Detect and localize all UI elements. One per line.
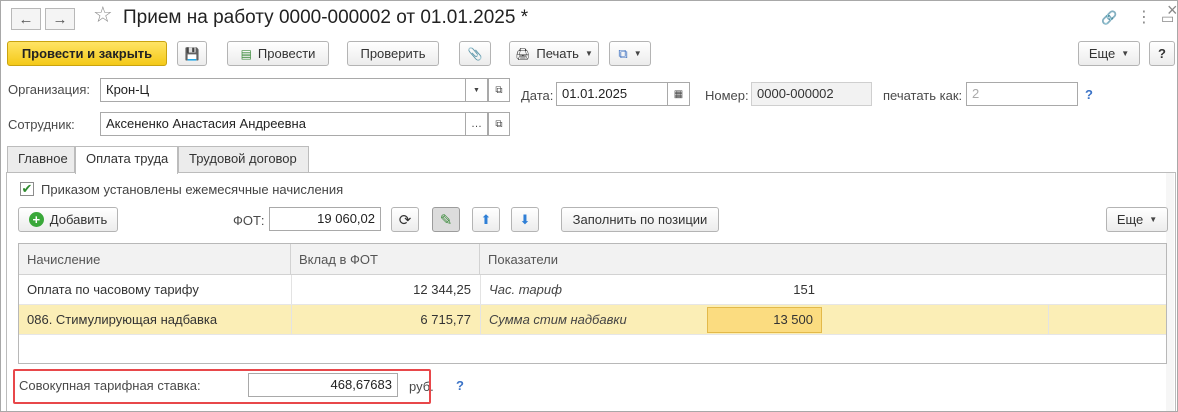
chevron-down-icon: ▼: [473, 86, 480, 94]
tab-main[interactable]: Главное: [7, 146, 75, 172]
indicator-name: Сумма стим надбавки: [489, 312, 627, 327]
chevron-down-icon: ▼: [584, 49, 593, 58]
chevron-down-icon: ▼: [633, 49, 642, 58]
post-and-close-button[interactable]: Провести и закрыть: [7, 41, 167, 66]
arrow-right-icon: →: [52, 10, 68, 28]
back-button[interactable]: ←: [11, 8, 41, 30]
add-accrual-button[interactable]: + Добавить: [18, 207, 118, 232]
number-label: Номер:: [705, 88, 749, 103]
forward-button[interactable]: →: [45, 8, 75, 30]
chevron-down-icon: ▼: [1121, 49, 1130, 58]
column-divider: [480, 275, 481, 304]
column-header-accrual[interactable]: Начисление: [19, 244, 291, 275]
employee-label: Сотрудник:: [8, 117, 75, 132]
save-button[interactable]: 💾: [177, 41, 207, 66]
help-link[interactable]: ?: [1085, 87, 1093, 102]
move-down-button[interactable]: ⬇: [511, 207, 539, 232]
close-icon[interactable]: ×: [1167, 1, 1177, 19]
add-button-label: Добавить: [49, 212, 108, 227]
refresh-icon: ⟳: [398, 211, 412, 229]
monthly-accruals-checkbox[interactable]: ✔: [20, 182, 34, 196]
organization-label: Организация:: [8, 82, 91, 97]
more-button-label: Еще: [1088, 46, 1116, 61]
post-doc-icon: ▤: [240, 46, 252, 61]
fot-contribution: 12 344,25: [413, 282, 471, 297]
plus-circle-icon: +: [28, 212, 44, 227]
open-window-icon: ⧉: [495, 118, 503, 130]
tariff-rate-help[interactable]: ?: [456, 378, 464, 393]
indicator-value-edit[interactable]: 13 500: [707, 307, 822, 333]
check-button[interactable]: Проверить: [347, 41, 439, 66]
tab-labor-contract[interactable]: Трудовой договор: [178, 146, 309, 172]
related-docs-button[interactable]: ⧉ ▼: [609, 41, 651, 66]
accrual-name: 086. Стимулирующая надбавка: [27, 312, 218, 327]
save-icon: 💾: [184, 46, 200, 61]
monthly-accruals-label: Приказом установлены ежемесячные начисле…: [41, 182, 344, 197]
pencil-icon: ✎: [439, 211, 453, 229]
move-up-button[interactable]: ⬆: [472, 207, 500, 232]
arrow-down-icon: ⬇: [519, 211, 531, 227]
link-icon[interactable]: 🔗: [1101, 9, 1117, 27]
printer-icon: 🖨: [515, 46, 531, 61]
employee-open-button[interactable]: ⧉: [488, 112, 510, 136]
employee-select-button[interactable]: …: [465, 112, 488, 136]
tab-payment[interactable]: Оплата труда: [75, 146, 178, 174]
table-row-selected[interactable]: 086. Стимулирующая надбавка 6 715,77 Сум…: [19, 305, 1166, 335]
post-button-label: Провести: [257, 46, 316, 61]
highlight-box: [13, 369, 431, 404]
column-header-fot-contribution[interactable]: Вклад в ФОТ: [291, 244, 480, 275]
print-button-label: Печать: [536, 46, 579, 61]
document-window: ← → ☆ Прием на работу 0000-000002 от 01.…: [0, 0, 1178, 412]
window-title: Прием на работу 0000-000002 от 01.01.202…: [123, 7, 529, 28]
fot-field[interactable]: 19 060,02: [269, 207, 381, 231]
accrual-name: Оплата по часовому тарифу: [27, 282, 199, 297]
column-header-indicators[interactable]: Показатели: [480, 244, 1166, 275]
organization-dropdown[interactable]: ▼: [465, 78, 488, 102]
paperclip-icon: 📎: [467, 46, 483, 61]
chevron-down-icon: ▼: [1149, 215, 1158, 224]
arrow-left-icon: ←: [18, 10, 34, 28]
fill-by-position-button[interactable]: Заполнить по позиции: [561, 207, 719, 232]
organization-field[interactable]: Крон-Ц: [100, 78, 488, 102]
calendar-icon: ▦: [673, 88, 684, 100]
indicator-name: Час. тариф: [489, 282, 562, 297]
help-button[interactable]: ?: [1149, 41, 1175, 66]
print-as-label: печатать как:: [883, 88, 963, 103]
arrow-up-icon: ⬆: [480, 211, 492, 227]
table-header: Начисление Вклад в ФОТ Показатели: [19, 244, 1166, 275]
print-button[interactable]: 🖨 Печать ▼: [509, 41, 599, 66]
column-divider: [1048, 305, 1049, 334]
open-window-icon: ⧉: [495, 84, 503, 96]
fot-label: ФОТ:: [233, 213, 265, 228]
calendar-button[interactable]: ▦: [667, 82, 690, 106]
accruals-table: Начисление Вклад в ФОТ Показатели Оплата…: [18, 243, 1167, 364]
more-options-icon[interactable]: ⋮: [1136, 9, 1152, 27]
fot-contribution: 6 715,77: [420, 312, 471, 327]
favorite-star-icon[interactable]: ☆: [93, 4, 113, 26]
number-field: 0000-000002: [751, 82, 872, 106]
post-button[interactable]: ▤ Провести: [227, 41, 329, 66]
organization-open-button[interactable]: ⧉: [488, 78, 510, 102]
edit-toggle-button[interactable]: ✎: [432, 207, 460, 232]
employee-field[interactable]: Аксененко Анастасия Андреевна: [100, 112, 488, 136]
table-more-label: Еще: [1116, 212, 1144, 227]
table-row[interactable]: Оплата по часовому тарифу 12 344,25 Час.…: [19, 275, 1166, 305]
table-more-button[interactable]: Еще ▼: [1106, 207, 1168, 232]
indicator-value[interactable]: 151: [707, 275, 815, 305]
more-button[interactable]: Еще ▼: [1078, 41, 1140, 66]
print-as-field[interactable]: 2: [966, 82, 1078, 106]
refresh-button[interactable]: ⟳: [391, 207, 419, 232]
attach-button[interactable]: 📎: [459, 41, 491, 66]
related-docs-icon: ⧉: [618, 45, 628, 61]
ellipsis-icon: …: [471, 118, 482, 130]
date-label: Дата:: [521, 88, 554, 103]
column-divider: [480, 305, 481, 334]
